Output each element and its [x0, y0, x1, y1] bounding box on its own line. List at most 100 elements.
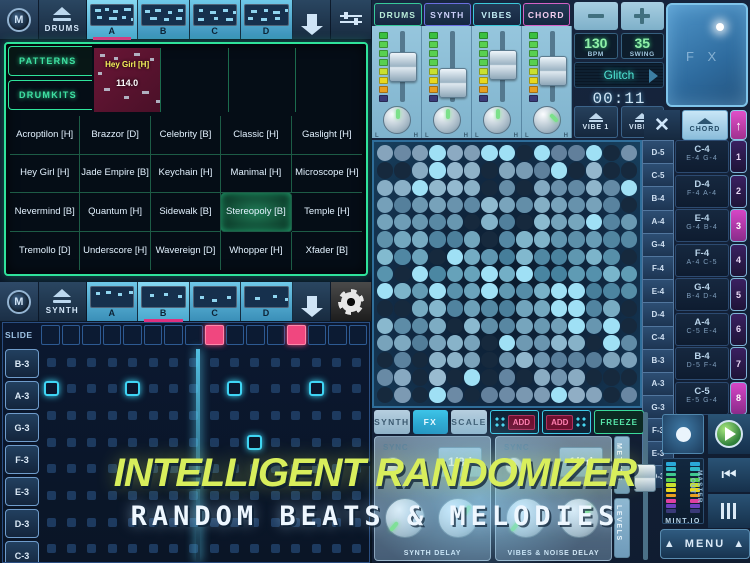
drumkit-cell[interactable]: Nevermind [B]: [10, 193, 81, 232]
pattern-slot-2[interactable]: [161, 48, 229, 112]
synth-step-cell[interactable]: [306, 402, 326, 429]
synth-step-cell[interactable]: [143, 376, 163, 403]
drumkit-cell[interactable]: Acroptilon [H]: [10, 116, 81, 155]
synth-step-cell[interactable]: [123, 509, 143, 536]
synth-step-cell[interactable]: [41, 376, 61, 403]
drumkit-cell[interactable]: Quantum [H]: [80, 193, 151, 232]
synth-step-cell[interactable]: [347, 482, 367, 509]
synth-step-cell[interactable]: [306, 509, 326, 536]
synth-step-cell[interactable]: [245, 456, 265, 483]
channel-fader-knob[interactable]: [389, 52, 417, 82]
drum-visualizer[interactable]: [372, 140, 642, 408]
synth-step-cell[interactable]: [306, 456, 326, 483]
synth-step-cell[interactable]: [102, 429, 122, 456]
synth-step-cell[interactable]: [347, 456, 367, 483]
synth-step-cell[interactable]: [204, 509, 224, 536]
synth-step-cell[interactable]: [143, 482, 163, 509]
synth-download-button[interactable]: [292, 282, 332, 321]
channel-pan-knob[interactable]: [432, 106, 461, 134]
synth-step-cell[interactable]: [102, 535, 122, 562]
drumkit-cell[interactable]: Sidewalk [B]: [150, 193, 222, 232]
pattern-slot-1[interactable]: Hey Girl [H] 114.0: [94, 48, 162, 112]
channel-fader-knob[interactable]: [439, 68, 467, 98]
master-button-synth[interactable]: M: [0, 282, 39, 321]
synth-step-cell[interactable]: [102, 482, 122, 509]
add-button-right[interactable]: ADD: [546, 414, 574, 430]
tab-drumkits[interactable]: DRUMKITS: [8, 80, 92, 110]
synth-step-cell[interactable]: [123, 482, 143, 509]
master-fader[interactable]: [634, 412, 656, 560]
synth-step-cell[interactable]: [41, 402, 61, 429]
synth-step-cell[interactable]: [245, 509, 265, 536]
mixer-tab-chord[interactable]: CHORD: [522, 3, 570, 26]
synth-step-cell[interactable]: [347, 509, 367, 536]
synth-step-cell[interactable]: [184, 535, 204, 562]
synth-delay-sync-knob[interactable]: [384, 457, 402, 475]
vibes-delay-sync-knob[interactable]: [505, 457, 523, 475]
synth-step-cell[interactable]: [102, 349, 122, 376]
synth-step-cell[interactable]: [224, 402, 244, 429]
chord-scale-note[interactable]: E-4: [642, 279, 674, 303]
synth-step-cell[interactable]: [286, 456, 306, 483]
synth-step-cell[interactable]: [123, 535, 143, 562]
synth-step-cell[interactable]: [265, 535, 285, 562]
synth-step-cell[interactable]: [102, 456, 122, 483]
drumkit-cell[interactable]: Classic [H]: [221, 116, 292, 155]
vibes-delay-knob-2[interactable]: [559, 498, 599, 538]
pattern-slot-3[interactable]: [229, 48, 296, 112]
mixer-channel[interactable]: LH: [522, 26, 572, 139]
vibe-1-button[interactable]: VIBE 1: [574, 106, 618, 138]
chord-pad[interactable]: 4: [730, 243, 747, 277]
add-group-right[interactable]: ADD: [542, 410, 592, 434]
synth-step-cell[interactable]: [204, 535, 224, 562]
chord-pad[interactable]: 3: [730, 209, 747, 242]
synth-step-cell[interactable]: [82, 482, 102, 509]
synth-step-cell[interactable]: [204, 456, 224, 483]
synth-step-cell[interactable]: [306, 535, 326, 562]
chord-scale-note[interactable]: B-4: [642, 186, 674, 210]
chord-pad[interactable]: 7: [730, 347, 747, 380]
drumkit-cell[interactable]: Tremollo [D]: [10, 231, 81, 270]
channel-pan-knob[interactable]: [382, 106, 411, 134]
synth-step-cell[interactable]: [265, 429, 285, 456]
chord-scale-note[interactable]: C-5: [642, 163, 674, 187]
mixer-channel[interactable]: LH: [472, 26, 522, 139]
chord-load-button[interactable]: CHORD: [682, 110, 728, 140]
synth-step-cell[interactable]: [326, 376, 346, 403]
mixer-tab-vibes[interactable]: VIBES: [473, 3, 521, 26]
synth-step-cell[interactable]: [61, 402, 81, 429]
drumkit-cell[interactable]: Gaslight [H]: [291, 116, 362, 155]
slide-step[interactable]: [102, 325, 121, 345]
mixer-channel[interactable]: LH: [422, 26, 472, 139]
synth-step-cell[interactable]: [143, 509, 163, 536]
master-fader-knob[interactable]: [634, 464, 656, 492]
channel-fader-knob[interactable]: [489, 50, 517, 80]
chord-pad[interactable]: 6: [730, 312, 747, 346]
synth-step-cell[interactable]: [224, 482, 244, 509]
chord-button[interactable]: C-4 E-4 G-4: [675, 140, 729, 173]
synth-step-cell[interactable]: [347, 535, 367, 562]
synth-note-button[interactable]: A-3: [5, 381, 39, 410]
synth-step-cell[interactable]: [163, 535, 183, 562]
synth-step-cell[interactable]: [163, 456, 183, 483]
synth-step-cell[interactable]: [265, 509, 285, 536]
synth-step-cell[interactable]: [123, 349, 143, 376]
tab-synth[interactable]: SYNTH: [374, 410, 410, 434]
synth-step-cell[interactable]: [184, 482, 204, 509]
levels-side-tab[interactable]: LEVELS: [614, 498, 630, 558]
synth-step-cell[interactable]: [61, 376, 81, 403]
synth-step-cell[interactable]: [265, 482, 285, 509]
synth-step-cell[interactable]: [306, 349, 326, 376]
bpm-decrement-button[interactable]: [574, 2, 618, 30]
drums-pattern-a[interactable]: A: [87, 0, 139, 40]
synth-step-cell[interactable]: [102, 402, 122, 429]
synth-step-cell[interactable]: [224, 429, 244, 456]
synth-note-button[interactable]: C-3: [5, 541, 39, 562]
chord-scale-note[interactable]: B-3: [642, 348, 674, 372]
synth-step-cell[interactable]: [61, 349, 81, 376]
synth-step-cell[interactable]: [224, 349, 244, 376]
synth-settings-button[interactable]: [331, 282, 373, 321]
synth-step-cell[interactable]: [204, 402, 224, 429]
synth-step-cell[interactable]: [123, 429, 143, 456]
synth-step-cell[interactable]: [82, 456, 102, 483]
